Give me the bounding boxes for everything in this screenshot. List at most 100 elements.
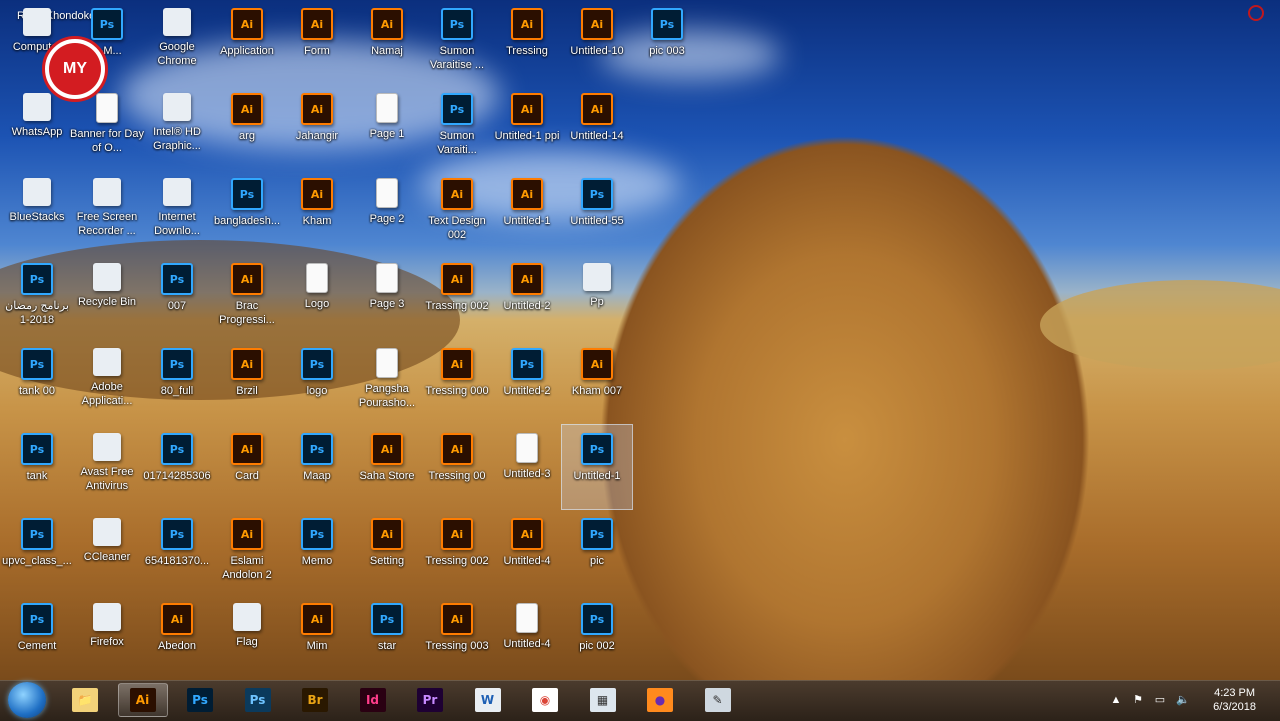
desktop-icon[interactable]: Ai Kham	[282, 170, 352, 254]
desktop-icon[interactable]: Pp	[562, 255, 632, 339]
desktop-icon[interactable]: Ps star	[352, 595, 422, 679]
desktop-icon[interactable]: Page 1	[352, 85, 422, 169]
desktop-icon[interactable]: Page 2	[352, 170, 422, 254]
action-center-flag-icon[interactable]: ⚑	[1132, 694, 1144, 706]
desktop-icon[interactable]: Ps Sumon Varaitise ...	[422, 0, 492, 84]
desktop-icon[interactable]: Ps tank 00	[2, 340, 72, 424]
taskbar-explorer-button[interactable]: 📁	[60, 683, 110, 717]
desktop-icon[interactable]: CCleaner	[72, 510, 142, 594]
taskbar-calculator-button[interactable]: ▦	[578, 683, 628, 717]
desktop-icon[interactable]: Ai Abedon	[142, 595, 212, 679]
desktop-icon[interactable]: Ai Text Design 002	[422, 170, 492, 254]
desktop-icon[interactable]: Ps upvc_class_...	[2, 510, 72, 594]
network-icon[interactable]: ▭	[1154, 694, 1166, 706]
desktop-icon[interactable]: Ps Untitled-55	[562, 170, 632, 254]
taskbar-tool-button[interactable]: ✎	[693, 683, 743, 717]
photoshop-file-icon: Ps	[161, 518, 193, 550]
desktop-icon[interactable]: Ai Tressing	[492, 0, 562, 84]
taskbar-chrome-button[interactable]: ◉	[520, 683, 570, 717]
desktop-icon[interactable]: Ai Untitled-4	[492, 510, 562, 594]
desktop-icon[interactable]: Ai Card	[212, 425, 282, 509]
show-hidden-icons-icon[interactable]: ▲	[1110, 694, 1122, 706]
desktop-icon-label: Memo	[301, 555, 333, 567]
desktop-icon[interactable]: Avast Free Antivirus	[72, 425, 142, 509]
desktop-icon[interactable]: Ai Setting	[352, 510, 422, 594]
desktop-icon[interactable]: Ps Cement	[2, 595, 72, 679]
taskbar-photoshop-button[interactable]: Ps	[175, 683, 225, 717]
desktop-icon[interactable]: Firefox	[72, 595, 142, 679]
desktop-icon[interactable]: Ps برنامج رمضان 2018-1	[2, 255, 72, 339]
illustrator-file-icon: Ai	[441, 433, 473, 465]
desktop-icon[interactable]: Intel® HD Graphic...	[142, 85, 212, 169]
desktop-icon[interactable]: Google Chrome	[142, 0, 212, 84]
desktop-icon[interactable]: Flag	[212, 595, 282, 679]
desktop-icon[interactable]: Ai Eslami Andolon 2	[212, 510, 282, 594]
desktop-icon-label: 007	[167, 300, 187, 312]
desktop-icon[interactable]: Adobe Applicati...	[72, 340, 142, 424]
desktop-icon[interactable]: Page 3	[352, 255, 422, 339]
desktop-icon[interactable]: Free Screen Recorder ...	[72, 170, 142, 254]
desktop-icon[interactable]: Ai Untitled-14	[562, 85, 632, 169]
desktop-icon[interactable]: Ai Form	[282, 0, 352, 84]
desktop-icon[interactable]: Ai Untitled-10	[562, 0, 632, 84]
start-button[interactable]	[8, 682, 46, 718]
desktop-icon[interactable]: Ai Brac Progressi...	[212, 255, 282, 339]
taskbar-firefox-button[interactable]: ●	[635, 683, 685, 717]
desktop-icon[interactable]: Ps 80_full	[142, 340, 212, 424]
taskbar-illustrator-button[interactable]: Ai	[117, 683, 168, 717]
illustrator-file-icon: Ai	[511, 518, 543, 550]
volume-icon[interactable]: 🔈	[1176, 694, 1190, 706]
clock-time: 4:23 PM	[1214, 687, 1256, 699]
desktop-icon[interactable]: Ai Tressing 00	[422, 425, 492, 509]
desktop-icon[interactable]: Ps Sumon Varaiti...	[422, 85, 492, 169]
desktop-icon[interactable]: Ai Application	[212, 0, 282, 84]
desktop-icon[interactable]: Recycle Bin	[72, 255, 142, 339]
desktop-icon[interactable]: Ai Untitled-1 ppi	[492, 85, 562, 169]
desktop-icon[interactable]: Ps Memo	[282, 510, 352, 594]
desktop-icon[interactable]: Untitled-4	[492, 595, 562, 679]
desktop-icon[interactable]: Ai Tressing 000	[422, 340, 492, 424]
system-clock[interactable]: 4:23 PM 6/3/2018	[1213, 686, 1256, 714]
desktop-icon[interactable]: Ps pic 003	[632, 0, 702, 84]
desktop-icon-label: Brzil	[236, 385, 258, 397]
desktop-icon[interactable]: Ai Untitled-1	[492, 170, 562, 254]
desktop-icon[interactable]: Ps Untitled-2	[492, 340, 562, 424]
desktop-icon[interactable]: BlueStacks	[2, 170, 72, 254]
desktop-icon[interactable]: Pangsha Pourasho...	[352, 340, 422, 424]
taskbar-indesign-button[interactable]: Id	[348, 683, 398, 717]
desktop-icon-label: Flag	[236, 636, 258, 648]
desktop-icon[interactable]: Ps pic 002	[562, 595, 632, 679]
desktop-icon[interactable]: Ai Trassing 002	[422, 255, 492, 339]
desktop-icon[interactable]: Ai Namaj	[352, 0, 422, 84]
desktop-icon[interactable]: Ai Jahangir	[282, 85, 352, 169]
desktop-icon-label: Mim	[306, 640, 328, 652]
desktop-icon[interactable]: Ai arg	[212, 85, 282, 169]
desktop-icon[interactable]: Ps 01714285306	[142, 425, 212, 509]
taskbar-bridge-button[interactable]: Br	[290, 683, 340, 717]
desktop-icon[interactable]: Ps bangladesh...	[212, 170, 282, 254]
desktop-icon[interactable]: Ai Kham 007	[562, 340, 632, 424]
desktop-icon[interactable]: Ai Brzil	[212, 340, 282, 424]
desktop-icon[interactable]: Ps 654181370...	[142, 510, 212, 594]
desktop-icon[interactable]: Ai Tressing 003	[422, 595, 492, 679]
desktop-icon[interactable]: Ps logo	[282, 340, 352, 424]
taskbar-photoshop-2-button[interactable]: Ps	[233, 683, 283, 717]
desktop-icon[interactable]: Ai Saha Store	[352, 425, 422, 509]
desktop-icon[interactable]: Untitled-3	[492, 425, 562, 509]
desktop-icon[interactable]: Ai Untitled-2	[492, 255, 562, 339]
desktop-icon[interactable]: Ps Maap	[282, 425, 352, 509]
desktop-icon[interactable]: Ps Untitled-1	[561, 424, 633, 510]
desktop-icon-label: Setting	[369, 555, 405, 567]
tool-icon: ✎	[704, 688, 731, 712]
desktop-icon[interactable]: Logo	[282, 255, 352, 339]
desktop-icon[interactable]: Ai Tressing 002	[422, 510, 492, 594]
desktop-icon[interactable]: Ps pic	[562, 510, 632, 594]
desktop-icon[interactable]: Ai Mim	[282, 595, 352, 679]
desktop-icon[interactable]: Ps tank	[2, 425, 72, 509]
desktop-icon[interactable]: Ps 007	[142, 255, 212, 339]
desktop-icon[interactable]: Internet Downlo...	[142, 170, 212, 254]
application-icon	[93, 603, 121, 631]
taskbar-premiere-button[interactable]: Pr	[405, 683, 455, 717]
explorer-icon: 📁	[72, 688, 98, 712]
taskbar-word-button[interactable]: W	[463, 683, 513, 717]
